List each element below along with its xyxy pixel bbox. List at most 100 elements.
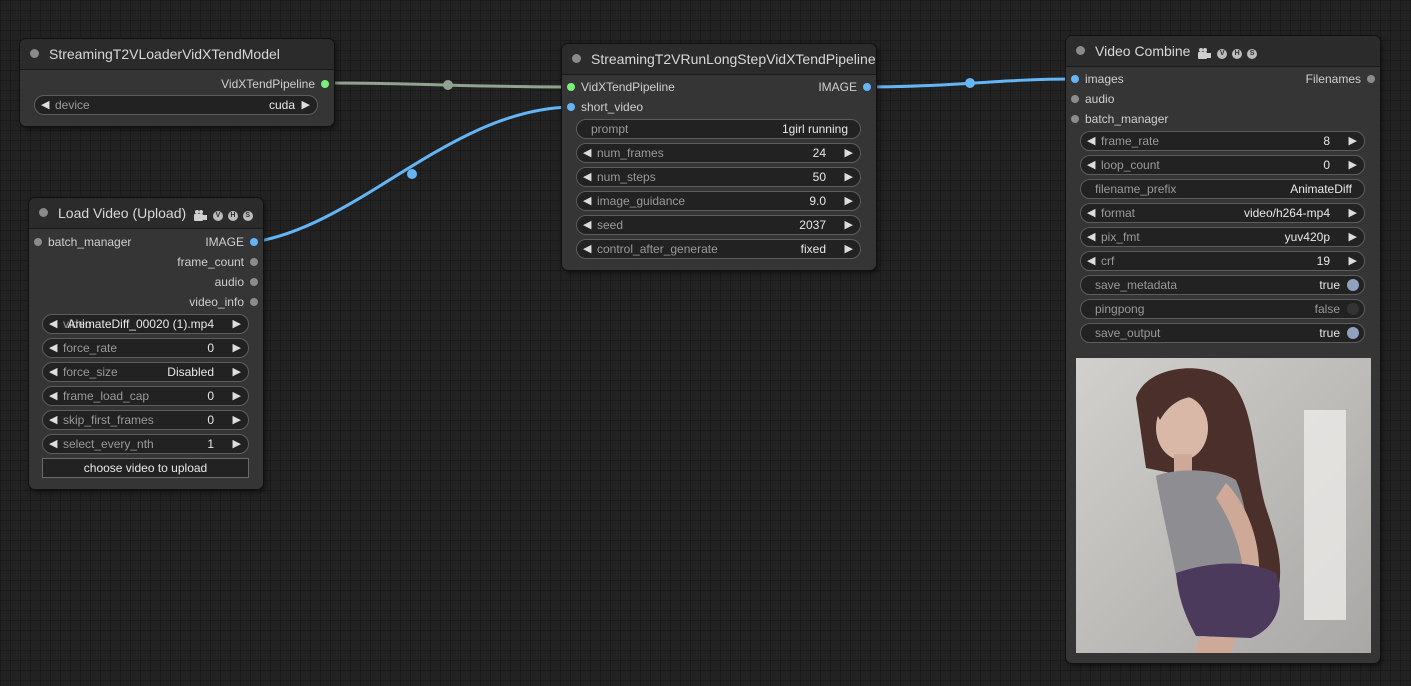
- toggle-pingpong[interactable]: pingpong false: [1080, 299, 1365, 319]
- increment-arrow-icon[interactable]: ▶: [302, 96, 310, 114]
- decrement-arrow-icon[interactable]: ◀: [41, 96, 49, 114]
- node-load-video[interactable]: Load Video (Upload) V H S batch_manager: [29, 198, 263, 489]
- decrement-arrow-icon[interactable]: ◀: [49, 435, 57, 453]
- input-slot-batch-manager[interactable]: batch_manager: [29, 232, 149, 252]
- collapse-dot[interactable]: [572, 54, 581, 63]
- widget-select-every-nth[interactable]: ◀ select_every_nth 1 ▶: [42, 434, 249, 454]
- node-title-bar[interactable]: Video Combine V H S: [1066, 36, 1380, 67]
- increment-arrow-icon[interactable]: ▶: [233, 435, 241, 453]
- toggle-save-output[interactable]: save_output true: [1080, 323, 1365, 343]
- widget-crf[interactable]: ◀ crf 19 ▶: [1080, 251, 1365, 271]
- output-slot-frame-count[interactable]: frame_count: [153, 252, 263, 272]
- increment-arrow-icon[interactable]: ▶: [845, 240, 853, 258]
- decrement-arrow-icon[interactable]: ◀: [1087, 228, 1095, 246]
- increment-arrow-icon[interactable]: ▶: [233, 339, 241, 357]
- widget-force-rate[interactable]: ◀ force_rate 0 ▶: [42, 338, 249, 358]
- widget-format[interactable]: ◀ format video/h264-mp4 ▶: [1080, 203, 1365, 223]
- node-title-bar[interactable]: StreamingT2VRunLongStepVidXTendPipeline: [562, 44, 876, 75]
- widget-image-guidance[interactable]: ◀ image_guidance 9.0 ▶: [576, 191, 861, 211]
- collapse-dot[interactable]: [1076, 46, 1085, 55]
- decrement-arrow-icon[interactable]: ◀: [49, 363, 57, 381]
- widget-num-steps[interactable]: ◀ num_steps 50 ▶: [576, 167, 861, 187]
- slot-dot[interactable]: [863, 83, 871, 91]
- decrement-arrow-icon[interactable]: ◀: [1087, 156, 1095, 174]
- widget-filename-prefix[interactable]: filename_prefix AnimateDiff: [1080, 179, 1365, 199]
- node-loader-model[interactable]: StreamingT2VLoaderVidXTendModel VidXTend…: [20, 39, 334, 126]
- node-title-bar[interactable]: Load Video (Upload) V H S: [29, 198, 263, 229]
- decrement-arrow-icon[interactable]: ◀: [1087, 204, 1095, 222]
- decrement-arrow-icon[interactable]: ◀: [583, 240, 591, 258]
- widget-device[interactable]: ◀ device cuda ▶: [34, 95, 318, 115]
- toggle-knob[interactable]: [1347, 303, 1359, 315]
- slot-dot[interactable]: [321, 80, 329, 88]
- choose-video-upload-button[interactable]: choose video to upload: [42, 458, 249, 478]
- input-slot-images[interactable]: images: [1066, 69, 1216, 89]
- collapse-dot[interactable]: [30, 49, 39, 58]
- slot-dot[interactable]: [250, 278, 258, 286]
- widget-pix-fmt[interactable]: ◀ pix_fmt yuv420p ▶: [1080, 227, 1365, 247]
- output-slot-filenames[interactable]: Filenames: [1260, 69, 1380, 89]
- widget-frame-load-cap[interactable]: ◀ frame_load_cap 0 ▶: [42, 386, 249, 406]
- decrement-arrow-icon[interactable]: ◀: [1087, 252, 1095, 270]
- decrement-arrow-icon[interactable]: ◀: [49, 387, 57, 405]
- increment-arrow-icon[interactable]: ▶: [233, 363, 241, 381]
- output-slot-vidxtend-pipeline[interactable]: VidXTendPipeline: [134, 74, 334, 94]
- widget-force-size[interactable]: ◀ force_size Disabled ▶: [42, 362, 249, 382]
- decrement-arrow-icon[interactable]: ◀: [49, 339, 57, 357]
- input-slot-vidxtend-pipeline[interactable]: VidXTendPipeline: [562, 77, 722, 97]
- increment-arrow-icon[interactable]: ▶: [845, 168, 853, 186]
- input-slot-batch-manager[interactable]: batch_manager: [1066, 109, 1216, 129]
- output-slot-audio[interactable]: audio: [153, 272, 263, 292]
- widget-num-frames[interactable]: ◀ num_frames 24 ▶: [576, 143, 861, 163]
- increment-arrow-icon[interactable]: ▶: [1349, 132, 1357, 150]
- slot-dot[interactable]: [250, 298, 258, 306]
- video-preview[interactable]: [1076, 358, 1371, 653]
- widget-frame-rate[interactable]: ◀ frame_rate 8 ▶: [1080, 131, 1365, 151]
- node-run-pipeline[interactable]: StreamingT2VRunLongStepVidXTendPipeline …: [562, 44, 876, 270]
- increment-arrow-icon[interactable]: ▶: [233, 411, 241, 429]
- increment-arrow-icon[interactable]: ▶: [845, 144, 853, 162]
- increment-arrow-icon[interactable]: ▶: [845, 216, 853, 234]
- slot-dot[interactable]: [1071, 115, 1079, 123]
- decrement-arrow-icon[interactable]: ◀: [583, 144, 591, 162]
- decrement-arrow-icon[interactable]: ◀: [1087, 132, 1095, 150]
- increment-arrow-icon[interactable]: ▶: [1349, 204, 1357, 222]
- slot-dot[interactable]: [34, 238, 42, 246]
- output-slot-image[interactable]: IMAGE: [153, 232, 263, 252]
- node-title-bar[interactable]: StreamingT2VLoaderVidXTendModel: [20, 39, 334, 70]
- output-slot-image[interactable]: IMAGE: [766, 77, 876, 97]
- slot-dot[interactable]: [250, 238, 258, 246]
- node-graph-canvas[interactable]: StreamingT2VLoaderVidXTendModel VidXTend…: [0, 0, 1411, 686]
- decrement-arrow-icon[interactable]: ◀: [49, 315, 57, 333]
- slot-dot[interactable]: [1071, 95, 1079, 103]
- output-slot-video-info[interactable]: video_info: [153, 292, 263, 312]
- widget-video[interactable]: ◀ video AnimateDiff_00020 (1).mp4 ▶: [42, 314, 249, 334]
- decrement-arrow-icon[interactable]: ◀: [49, 411, 57, 429]
- widget-seed[interactable]: ◀ seed 2037 ▶: [576, 215, 861, 235]
- node-video-combine[interactable]: Video Combine V H S images audio batch_m…: [1066, 36, 1380, 663]
- slot-dot[interactable]: [1367, 75, 1375, 83]
- increment-arrow-icon[interactable]: ▶: [845, 192, 853, 210]
- slot-dot[interactable]: [567, 83, 575, 91]
- slot-dot[interactable]: [1071, 75, 1079, 83]
- input-slot-short-video[interactable]: short_video: [562, 97, 722, 117]
- toggle-save-metadata[interactable]: save_metadata true: [1080, 275, 1365, 295]
- toggle-knob[interactable]: [1347, 327, 1359, 339]
- increment-arrow-icon[interactable]: ▶: [233, 315, 241, 333]
- collapse-dot[interactable]: [39, 208, 48, 217]
- widget-skip-first-frames[interactable]: ◀ skip_first_frames 0 ▶: [42, 410, 249, 430]
- toggle-knob[interactable]: [1347, 279, 1359, 291]
- widget-prompt[interactable]: prompt 1girl running: [576, 119, 861, 139]
- slot-dot[interactable]: [250, 258, 258, 266]
- widget-loop-count[interactable]: ◀ loop_count 0 ▶: [1080, 155, 1365, 175]
- decrement-arrow-icon[interactable]: ◀: [583, 216, 591, 234]
- increment-arrow-icon[interactable]: ▶: [1349, 252, 1357, 270]
- increment-arrow-icon[interactable]: ▶: [1349, 228, 1357, 246]
- widget-control-after-generate[interactable]: ◀ control_after_generate fixed ▶: [576, 239, 861, 259]
- decrement-arrow-icon[interactable]: ◀: [583, 168, 591, 186]
- input-slot-audio[interactable]: audio: [1066, 89, 1216, 109]
- increment-arrow-icon[interactable]: ▶: [1349, 156, 1357, 174]
- slot-dot[interactable]: [567, 103, 575, 111]
- increment-arrow-icon[interactable]: ▶: [233, 387, 241, 405]
- decrement-arrow-icon[interactable]: ◀: [583, 192, 591, 210]
